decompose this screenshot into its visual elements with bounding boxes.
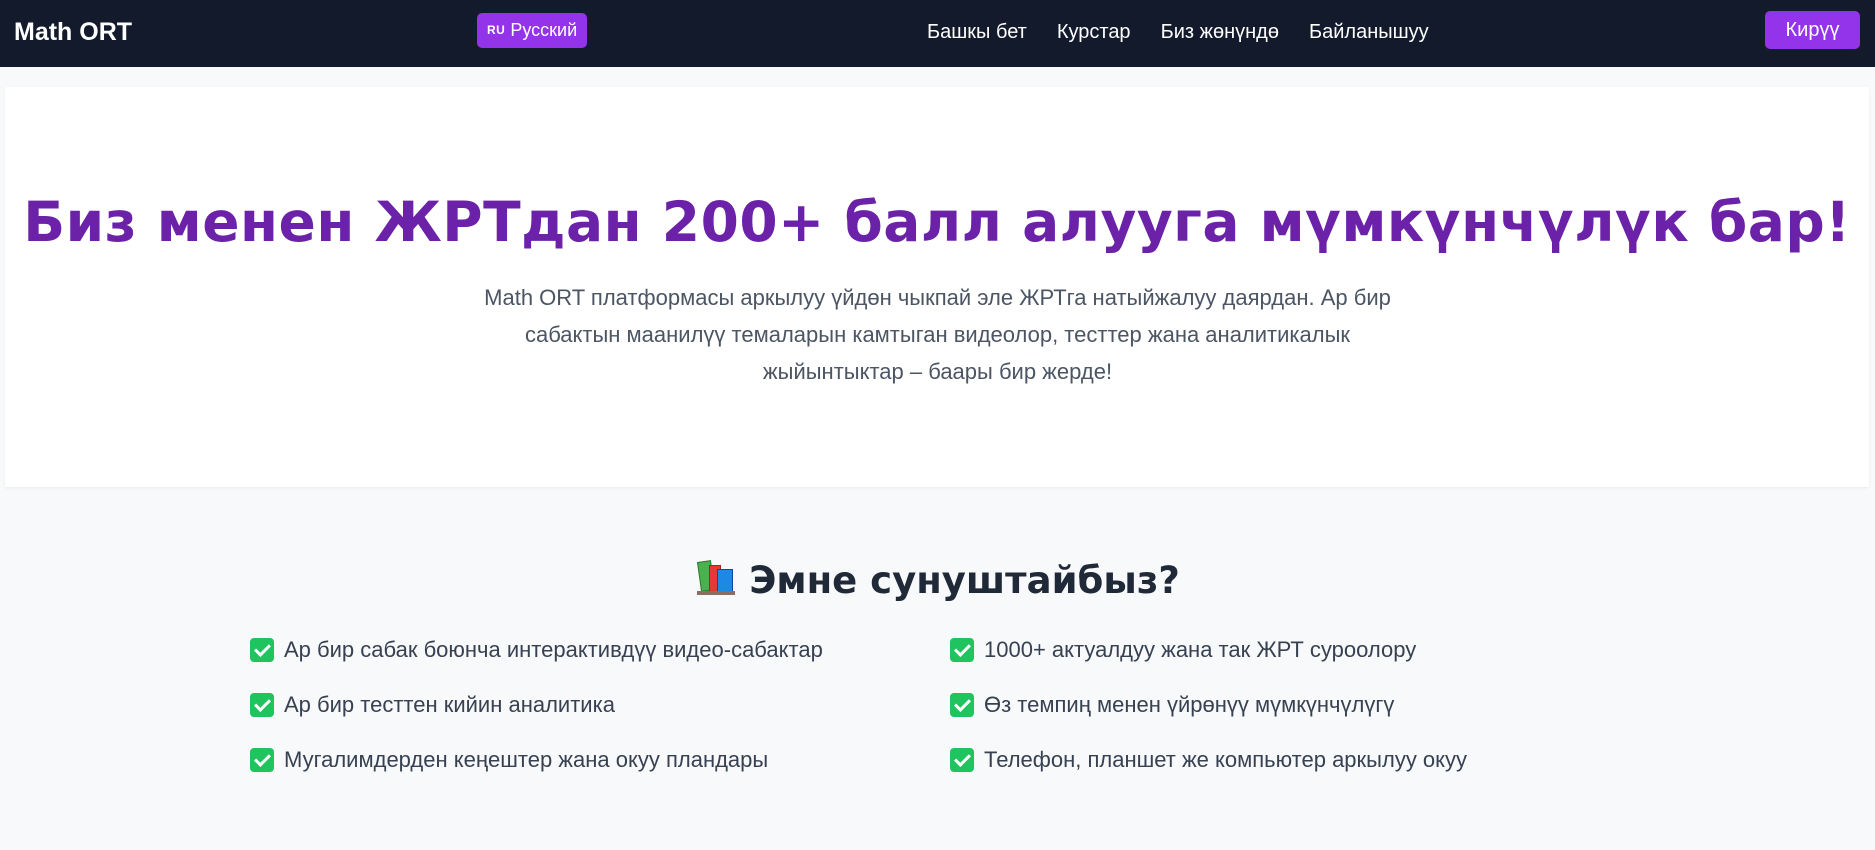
feature-text: Ар бир тесттен кийин аналитика: [284, 692, 615, 717]
brand-logo[interactable]: Math ORT: [14, 17, 132, 47]
nav-link-home[interactable]: Башкы бет: [927, 19, 1027, 45]
nav-link-courses[interactable]: Курстар: [1057, 19, 1131, 45]
feature-text: 1000+ актуалдуу жана так ЖРТ суроолору: [984, 637, 1417, 662]
feature-text: Телефон, планшет же компьютер аркылуу ок…: [984, 747, 1468, 772]
language-label: Русский: [510, 20, 578, 40]
navbar: Math ORT RU Русский Башкы бет Курстар Би…: [0, 0, 1875, 67]
feature-item: Ар бир сабак боюнча интерактивдүү видео-…: [250, 635, 823, 665]
feature-item: Өз темпиң менен үйрөнүү мүмкүнчүлүгү: [950, 690, 1394, 720]
check-icon: [950, 638, 974, 662]
check-icon: [250, 693, 274, 717]
hero-description: Math ORT платформасы аркылуу үйдөн чыкпа…: [484, 285, 1391, 384]
main-nav: Башкы бет Курстар Биз жөнүндө Байланышуу: [927, 19, 1429, 45]
books-icon: [695, 557, 736, 597]
nav-link-contact[interactable]: Байланышуу: [1309, 19, 1429, 45]
check-icon: [950, 693, 974, 717]
feature-item: 1000+ актуалдуу жана так ЖРТ суроолору: [950, 635, 1416, 665]
feature-text: Мугалимдерден кеңештер жана окуу пландар…: [284, 747, 769, 772]
check-icon: [250, 748, 274, 772]
check-icon: [250, 638, 274, 662]
hero-title: Биз менен ЖРТдан 200+ балл алууга мүмкүн…: [23, 190, 1851, 254]
feature-item: Ар бир тесттен кийин аналитика: [250, 690, 615, 720]
features-title: Эмне сунуштайбыз?: [749, 559, 1180, 602]
feature-item: Мугалимдерден кеңештер жана окуу пландар…: [250, 745, 768, 775]
features-heading: Эмне сунуштайбыз?: [0, 555, 1875, 607]
feature-item: Телефон, планшет же компьютер аркылуу ок…: [950, 745, 1467, 775]
language-switch-button[interactable]: RU Русский: [477, 13, 588, 48]
feature-text: Өз темпиң менен үйрөнүү мүмкүнчүлүгү: [984, 692, 1395, 717]
hero-section: Биз менен ЖРТдан 200+ балл алууга мүмкүн…: [5, 87, 1869, 487]
feature-text: Ар бир сабак боюнча интерактивдүү видео-…: [284, 637, 823, 662]
check-icon: [950, 748, 974, 772]
language-code: RU: [487, 23, 506, 37]
nav-link-about[interactable]: Биз жөнүндө: [1161, 19, 1279, 45]
login-button[interactable]: Кирүү: [1765, 11, 1860, 49]
